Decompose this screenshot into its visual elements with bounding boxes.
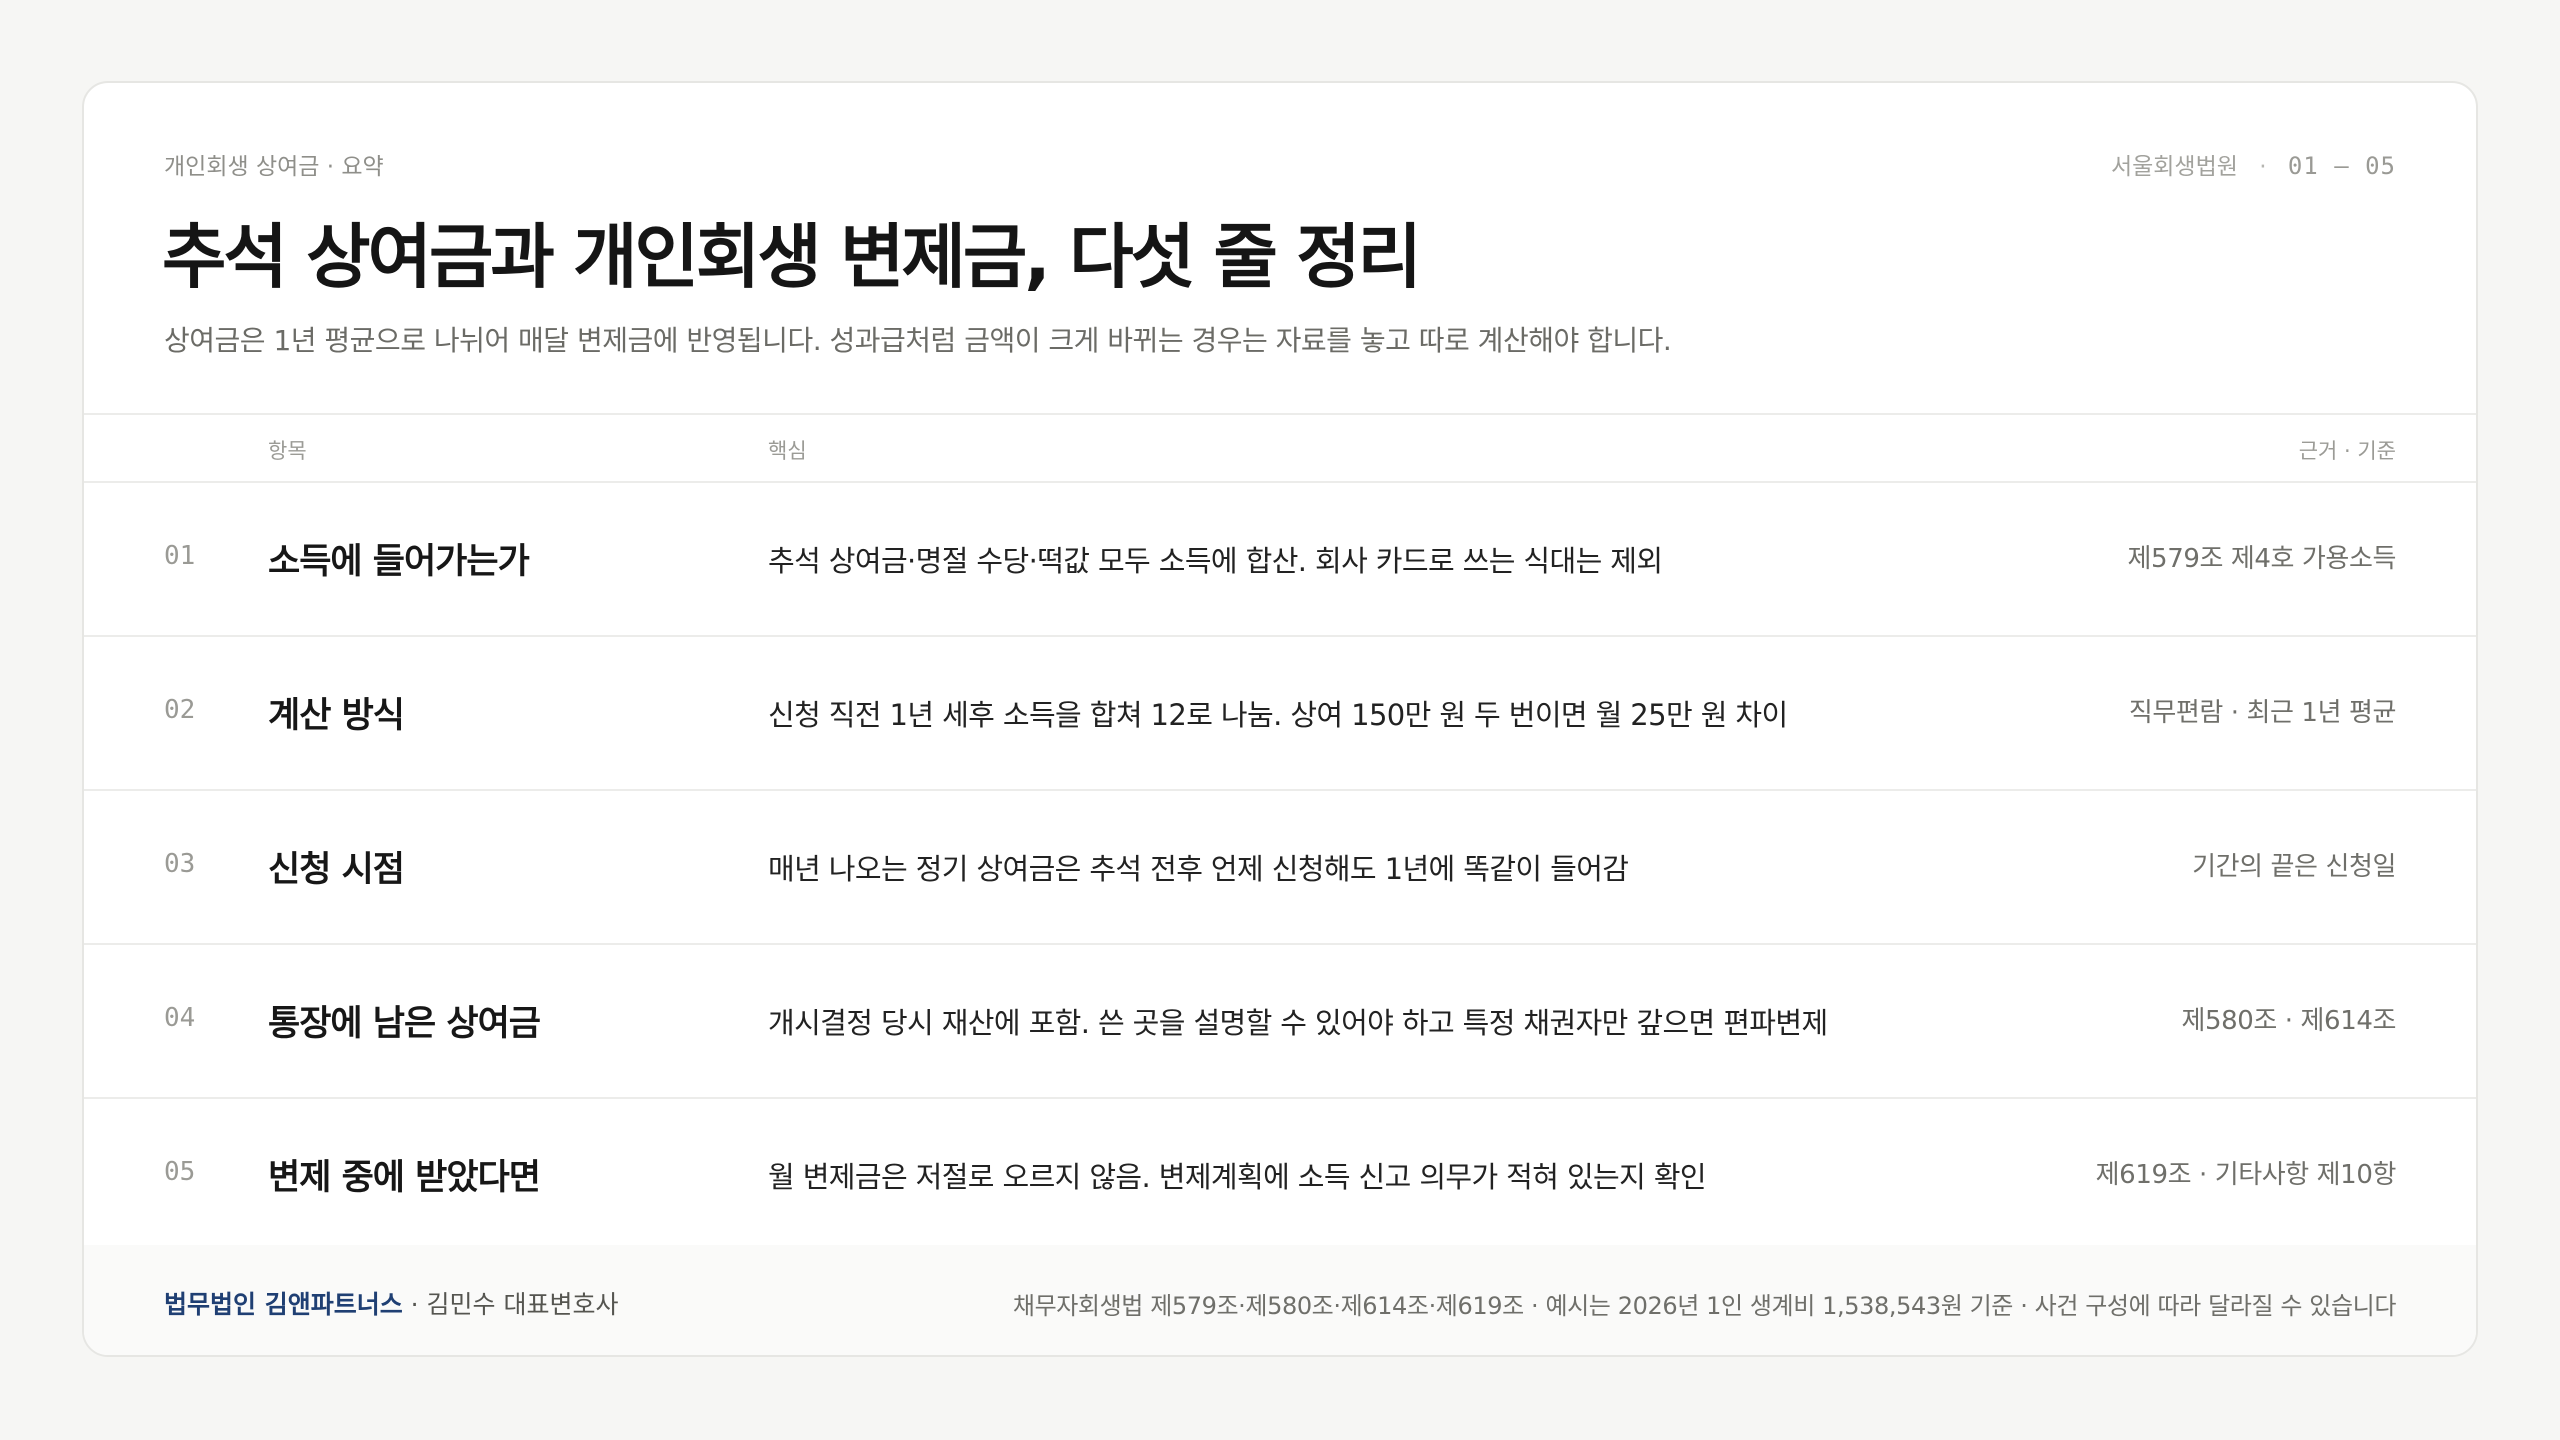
card-header: 개인회생 상여금 · 요약 서울회생법원 · 01 — 05 추석 상여금과 개… [84,83,2476,413]
row-core: 개시결정 당시 재산에 포함. 쓴 곳을 설명할 수 있어야 하고 특정 채권자… [768,1006,1828,1040]
row-number: 05 [164,1157,196,1187]
header-meta: 서울회생법원 · 01 — 05 [2111,147,2396,181]
firm-credit: 법무법인 김앤파트너스 · 김민수 대표변호사 [164,1285,619,1321]
summary-table: 01 소득에 들어가는가 추석 상여금·명절 수당·떡값 모두 소득에 합산. … [84,483,2476,1253]
page-title: 추석 상여금과 개인회생 변제금, 다섯 줄 정리 [162,216,1422,298]
firm-name: 법무법인 김앤파트너스 [164,1290,403,1319]
row-basis: 직무편람 · 최근 1년 평균 [2128,698,2397,728]
table-row: 05 변제 중에 받았다면 월 변제금은 저절로 오르지 않음. 변제계획에 소… [84,1099,2476,1253]
column-header-row: 항목 핵심 근거 · 기준 [84,413,2476,483]
row-number: 04 [164,1003,196,1033]
row-basis: 제580조 · 제614조 [2181,1006,2396,1036]
table-row: 03 신청 시점 매년 나오는 정기 상여금은 추석 전후 언제 신청해도 1년… [84,791,2476,945]
table-row: 01 소득에 들어가는가 추석 상여금·명절 수당·떡값 모두 소득에 합산. … [84,483,2476,637]
row-basis: 기간의 끝은 신청일 [2192,852,2396,882]
table-row: 02 계산 방식 신청 직전 1년 세후 소득을 합쳐 12로 나눔. 상여 1… [84,637,2476,791]
table-row: 04 통장에 남은 상여금 개시결정 당시 재산에 포함. 쓴 곳을 설명할 수… [84,945,2476,1099]
card-footer: 법무법인 김앤파트너스 · 김민수 대표변호사 채무자회생법 제579조·제58… [84,1245,2476,1355]
row-item: 신청 시점 [268,850,405,890]
row-number: 02 [164,695,196,725]
kicker: 개인회생 상여금 · 요약 [164,154,384,180]
column-header-basis: 근거 · 기준 [2298,439,2396,463]
row-basis: 제619조 · 기타사항 제10항 [2095,1160,2397,1190]
page-subtitle: 상여금은 1년 평균으로 나뉘어 매달 변제금에 반영됩니다. 성과급처럼 금액… [164,324,1672,357]
attorney-name: · 김민수 대표변호사 [402,1290,619,1319]
court-label: 서울회생법원 [2110,154,2238,180]
row-range: 01 — 05 [2287,152,2396,180]
row-core: 월 변제금은 저절로 오르지 않음. 변제계획에 소득 신고 의무가 적혀 있는… [768,1160,1707,1194]
meta-separator: · [2259,154,2267,180]
row-core: 추석 상여금·명절 수당·떡값 모두 소득에 합산. 회사 카드로 쓰는 식대는… [768,544,1663,578]
footer-note: 채무자회생법 제579조·제580조·제614조·제619조 · 예시는 202… [1012,1292,2397,1320]
row-item: 통장에 남은 상여금 [268,1004,541,1044]
row-number: 03 [164,849,196,879]
row-core: 매년 나오는 정기 상여금은 추석 전후 언제 신청해도 1년에 똑같이 들어감 [768,852,1629,886]
column-header-core: 핵심 [768,439,807,463]
row-item: 계산 방식 [268,696,405,736]
summary-card: 개인회생 상여금 · 요약 서울회생법원 · 01 — 05 추석 상여금과 개… [82,81,2478,1357]
row-item: 변제 중에 받았다면 [268,1158,541,1198]
row-number: 01 [164,541,196,571]
row-basis: 제579조 제4호 가용소득 [2127,544,2397,574]
column-header-item: 항목 [268,439,307,463]
row-item: 소득에 들어가는가 [268,542,530,582]
row-core: 신청 직전 1년 세후 소득을 합쳐 12로 나눔. 상여 150만 원 두 번… [768,698,1788,732]
